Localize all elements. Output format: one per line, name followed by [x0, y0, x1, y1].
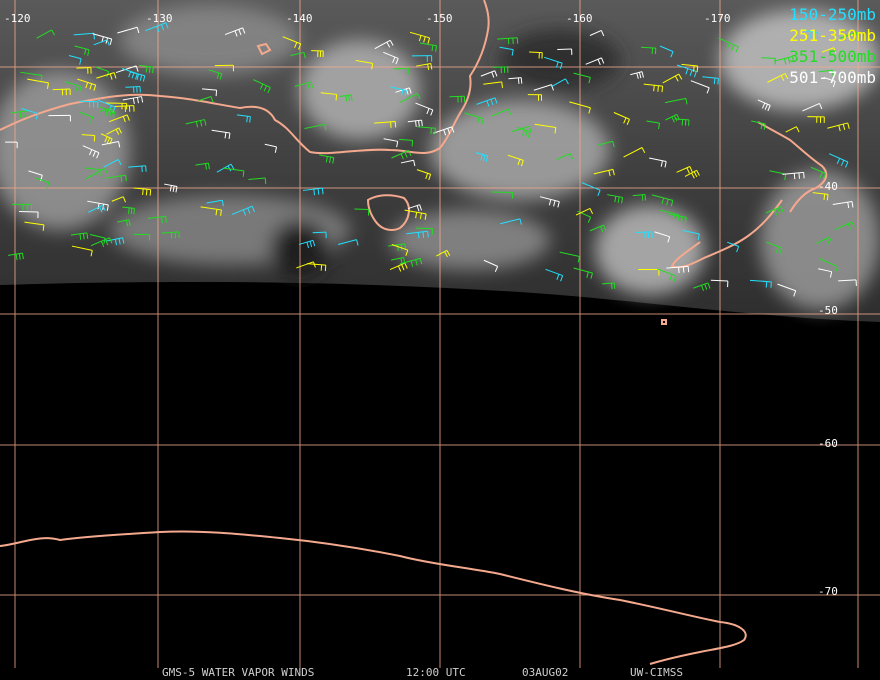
caption-time: 12:00 UTC: [406, 666, 466, 679]
latitude-label: -50: [818, 304, 838, 317]
wind-barb-flag: [145, 189, 148, 196]
wind-barb-flag: [264, 177, 267, 185]
longitude-label: -150: [426, 12, 453, 25]
wind-barb-flag: [611, 283, 613, 290]
wind-barb-flag: [517, 77, 520, 84]
legend-item-150-250: 150-250mb: [789, 5, 876, 24]
wind-barb-shaft: [761, 57, 776, 59]
wind-barb-flag: [417, 232, 420, 239]
wind-barb-flag: [687, 266, 690, 273]
wind-barb-flag: [653, 85, 655, 92]
wind-barb-flag: [520, 77, 523, 84]
wind-barb-flag: [713, 78, 716, 85]
small-island-2: [661, 319, 667, 325]
longitude-label: -170: [704, 12, 731, 25]
wind-barb-shaft: [415, 227, 433, 230]
caption-source: UW-CIMSS: [630, 666, 683, 679]
wind-barb-shaft: [491, 191, 513, 193]
antarctica-coast: [0, 530, 747, 665]
wind-barb-shaft: [557, 48, 572, 51]
wind-barb-flag: [149, 189, 152, 196]
wind-barb-flag: [644, 194, 647, 201]
wind-barb-shaft: [492, 66, 508, 68]
wind-barb-flag: [803, 172, 805, 179]
image-caption: GMS-5 WATER VAPOR WINDS 12:00 UTC 03AUG0…: [162, 666, 722, 680]
latitude-label: -70: [818, 585, 838, 598]
wind-barb-flag: [826, 194, 829, 201]
wind-barb-flag: [130, 208, 133, 215]
wind-barb-shaft: [52, 88, 71, 91]
wind-barb-flag: [142, 188, 144, 195]
wind-barb-flag: [657, 85, 659, 92]
wind-barb-flag: [418, 120, 420, 127]
legend-item-251-350: 251-350mb: [789, 26, 876, 45]
wind-barb-flag: [421, 120, 423, 127]
water-vapor-wind-map: [0, 0, 880, 668]
caption-satellite: GMS-5 WATER VAPOR WINDS: [162, 666, 315, 679]
wind-barb-shaft: [529, 51, 543, 54]
wind-barb-flag: [430, 127, 432, 134]
wind-barb-flag: [613, 282, 616, 289]
wind-barb-flag: [798, 172, 800, 179]
wind-barb-flag: [415, 120, 417, 127]
wind-barb-flag: [128, 207, 130, 214]
legend-item-501-700: 501-700mb: [789, 68, 876, 87]
wind-barb-flag: [434, 128, 436, 135]
wind-barb-flag: [682, 266, 685, 273]
wind-barb-flag: [793, 173, 796, 180]
wind-barb-flag: [696, 65, 699, 73]
wind-barb-flag: [678, 266, 680, 274]
wind-barb-flag: [641, 194, 644, 201]
pressure-level-legend: 150-250mb 251-350mb 351-500mb 501-700mb: [789, 4, 876, 88]
wind-barb-flag: [717, 78, 719, 85]
wind-barb-flag: [313, 189, 316, 196]
longitude-label: -120: [4, 12, 31, 25]
wind-barb-flag: [133, 208, 135, 215]
wind-barb-flag: [661, 86, 664, 93]
legend-item-351-500: 351-500mb: [789, 47, 876, 66]
latitude-label: -60: [818, 437, 838, 450]
wind-barb-flag: [317, 188, 320, 195]
wind-barb-flag: [422, 231, 425, 238]
wind-barb-flag: [427, 231, 429, 238]
longitude-label: -140: [286, 12, 313, 25]
caption-date: 03AUG02: [522, 666, 569, 679]
wind-barb-shaft: [354, 208, 369, 211]
wind-barb-flag: [823, 193, 826, 201]
longitude-label: -130: [146, 12, 173, 25]
wind-barb-flag: [165, 216, 167, 223]
latitude-label: -40: [818, 180, 838, 193]
wind-barb-flag: [693, 65, 695, 72]
wind-barb-shaft: [312, 231, 327, 234]
wind-barb-flag: [335, 94, 338, 101]
wind-barb-flag: [321, 188, 324, 195]
longitude-label: -160: [566, 12, 593, 25]
wind-barb-flag: [161, 216, 163, 223]
